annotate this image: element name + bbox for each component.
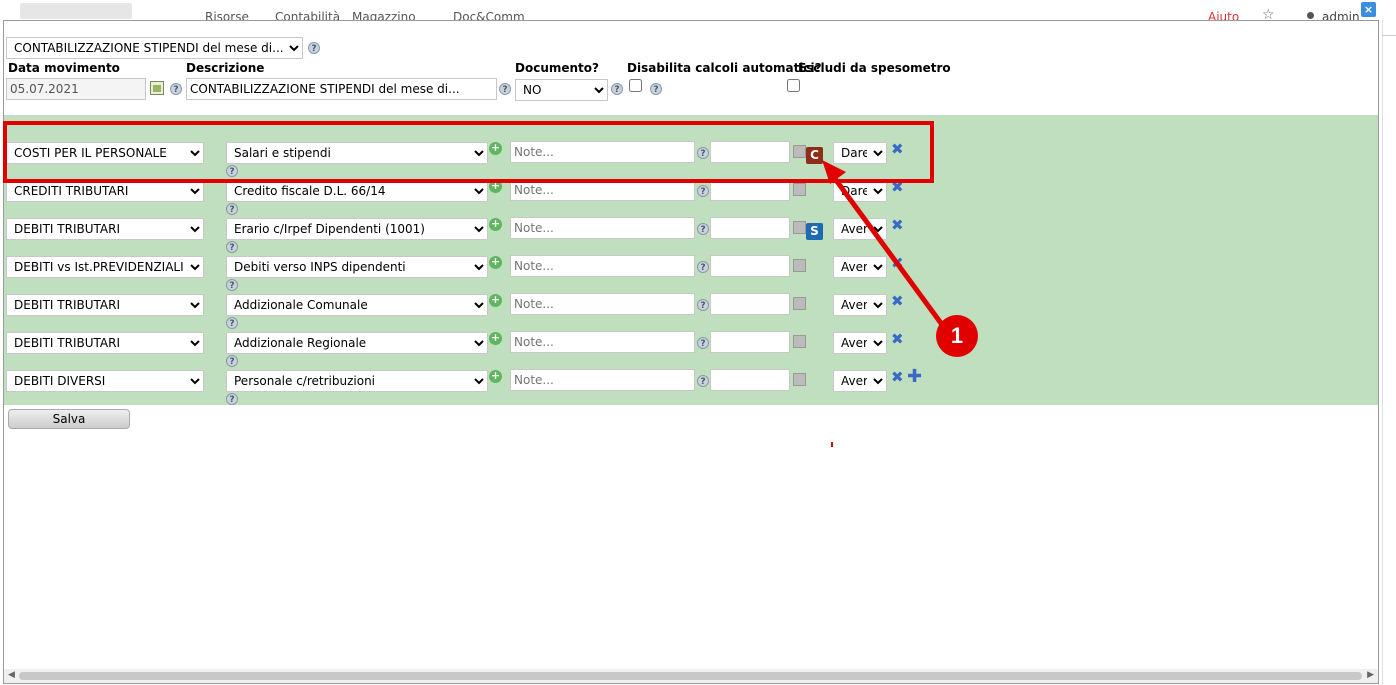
subaccount-select[interactable]: Addizionale Comunale bbox=[226, 294, 488, 316]
exclude-spesometro-label: Escludi da spesometro bbox=[798, 61, 951, 75]
scroll-right-icon[interactable]: ▶ bbox=[1367, 670, 1374, 680]
account-select[interactable]: DEBITI TRIBUTARI bbox=[6, 294, 204, 316]
account-select[interactable]: DEBITI DIVERSI bbox=[6, 370, 204, 392]
description-field[interactable] bbox=[186, 78, 497, 100]
scroll-left-icon[interactable]: ◀ bbox=[8, 670, 15, 680]
save-button[interactable]: Salva bbox=[8, 409, 130, 429]
amount-field[interactable] bbox=[710, 255, 790, 277]
date-label: Data movimento bbox=[8, 61, 120, 75]
document-select[interactable]: NO bbox=[515, 79, 608, 101]
exclude-spesometro-checkbox[interactable] bbox=[787, 79, 800, 92]
side-select[interactable]: Dare bbox=[833, 180, 887, 202]
help-icon[interactable]: ? bbox=[697, 185, 709, 197]
horizontal-scrollbar[interactable]: ◀ ▶ bbox=[4, 669, 1378, 683]
add-subaccount-icon[interactable]: + bbox=[489, 256, 502, 269]
journal-entry-dialog: CONTABILIZZAZIONE STIPENDI del mese di..… bbox=[3, 20, 1379, 684]
add-row-icon[interactable]: ✚ bbox=[907, 368, 922, 386]
notes-field[interactable] bbox=[510, 293, 695, 315]
help-icon[interactable]: ? bbox=[170, 83, 182, 95]
calculator-icon[interactable] bbox=[793, 335, 806, 348]
help-icon[interactable]: ? bbox=[611, 83, 623, 95]
help-link[interactable]: Aiuto bbox=[1208, 10, 1239, 20]
app-logo bbox=[20, 3, 132, 19]
account-select[interactable]: DEBITI TRIBUTARI bbox=[6, 218, 204, 240]
help-icon[interactable]: ? bbox=[697, 375, 709, 387]
account-select[interactable]: CREDITI TRIBUTARI bbox=[6, 180, 204, 202]
help-icon[interactable]: ? bbox=[697, 337, 709, 349]
top-navbar: Risorse Contabilità Magazzino Doc&Comm A… bbox=[0, 0, 1396, 20]
disable-calc-label: Disabilita calcoli automatici? bbox=[627, 61, 822, 75]
side-select[interactable]: Avere bbox=[833, 256, 887, 278]
nav-item-magazzino[interactable]: Magazzino bbox=[352, 10, 416, 20]
date-field[interactable] bbox=[6, 78, 146, 100]
nav-item-contabilita[interactable]: Contabilità bbox=[275, 10, 340, 20]
calculator-icon[interactable] bbox=[793, 221, 806, 234]
notes-field[interactable] bbox=[510, 369, 695, 391]
amount-field[interactable] bbox=[710, 369, 790, 391]
calculator-icon[interactable] bbox=[793, 373, 806, 386]
causale-select[interactable]: CONTABILIZZAZIONE STIPENDI del mese di..… bbox=[6, 37, 303, 59]
subaccount-select[interactable]: Debiti verso INPS dipendenti bbox=[226, 256, 488, 278]
help-icon[interactable]: ? bbox=[308, 42, 320, 54]
nav-item-doccomm[interactable]: Doc&Comm bbox=[453, 10, 525, 20]
delete-row-icon[interactable]: ✖ bbox=[891, 332, 904, 347]
help-icon[interactable]: ? bbox=[650, 83, 662, 95]
side-select[interactable]: Avere bbox=[833, 370, 887, 392]
close-dialog-button[interactable]: × bbox=[1361, 2, 1376, 17]
calculator-icon[interactable] bbox=[793, 183, 806, 196]
calculator-icon[interactable] bbox=[793, 259, 806, 272]
add-subaccount-icon[interactable]: + bbox=[489, 370, 502, 383]
side-select[interactable]: Avere bbox=[833, 332, 887, 354]
amount-field[interactable] bbox=[710, 293, 790, 315]
amount-field[interactable] bbox=[710, 331, 790, 353]
subaccount-select[interactable]: Personale c/retribuzioni bbox=[226, 370, 488, 392]
description-label: Descrizione bbox=[186, 61, 265, 75]
help-icon[interactable]: ? bbox=[697, 223, 709, 235]
delete-row-icon[interactable]: ✖ bbox=[891, 370, 904, 385]
add-subaccount-icon[interactable]: + bbox=[489, 294, 502, 307]
notes-field[interactable] bbox=[510, 331, 695, 353]
scrollbar-thumb[interactable] bbox=[19, 672, 1362, 680]
add-subaccount-icon[interactable]: + bbox=[489, 332, 502, 345]
document-label: Documento? bbox=[515, 61, 599, 75]
highlight-box bbox=[3, 121, 934, 183]
user-name[interactable]: admin bbox=[1322, 10, 1360, 20]
help-icon[interactable]: ? bbox=[697, 261, 709, 273]
help-icon[interactable]: ? bbox=[226, 355, 238, 367]
notes-field[interactable] bbox=[510, 217, 695, 239]
notes-field[interactable] bbox=[510, 255, 695, 277]
nav-item-risorse[interactable]: Risorse bbox=[205, 10, 249, 20]
annotation-number: 1 bbox=[936, 315, 978, 357]
amount-field[interactable] bbox=[710, 217, 790, 239]
user-icon bbox=[1307, 12, 1314, 19]
help-icon[interactable]: ? bbox=[226, 317, 238, 329]
subaccount-select[interactable]: Credito fiscale D.L. 66/14 bbox=[226, 180, 488, 202]
delete-row-icon[interactable]: ✖ bbox=[891, 256, 904, 271]
window-edge-line bbox=[1382, 35, 1396, 36]
subaccount-select[interactable]: Erario c/Irpef Dipendenti (1001) bbox=[226, 218, 488, 240]
calendar-icon[interactable] bbox=[150, 81, 164, 95]
help-icon[interactable]: ? bbox=[226, 241, 238, 253]
delete-row-icon[interactable]: ✖ bbox=[891, 294, 904, 309]
help-icon[interactable]: ? bbox=[697, 299, 709, 311]
help-icon[interactable]: ? bbox=[499, 83, 511, 95]
side-select[interactable]: Avere bbox=[833, 294, 887, 316]
window-edge bbox=[1382, 20, 1383, 685]
help-icon[interactable]: ? bbox=[226, 393, 238, 405]
account-select[interactable]: DEBITI TRIBUTARI bbox=[6, 332, 204, 354]
subaccount-select[interactable]: Addizionale Regionale bbox=[226, 332, 488, 354]
disable-calc-checkbox[interactable] bbox=[629, 79, 642, 92]
star-icon[interactable]: ☆ bbox=[1262, 7, 1275, 20]
badge-s-icon[interactable]: S bbox=[806, 223, 823, 240]
account-select[interactable]: DEBITI vs Ist.PREVIDENZIALI bbox=[6, 256, 204, 278]
delete-row-icon[interactable]: ✖ bbox=[891, 218, 904, 233]
help-icon[interactable]: ? bbox=[226, 279, 238, 291]
calculator-icon[interactable] bbox=[793, 297, 806, 310]
add-subaccount-icon[interactable]: + bbox=[489, 218, 502, 231]
help-icon[interactable]: ? bbox=[226, 203, 238, 215]
side-select[interactable]: Avere bbox=[833, 218, 887, 240]
red-mark bbox=[831, 442, 833, 447]
